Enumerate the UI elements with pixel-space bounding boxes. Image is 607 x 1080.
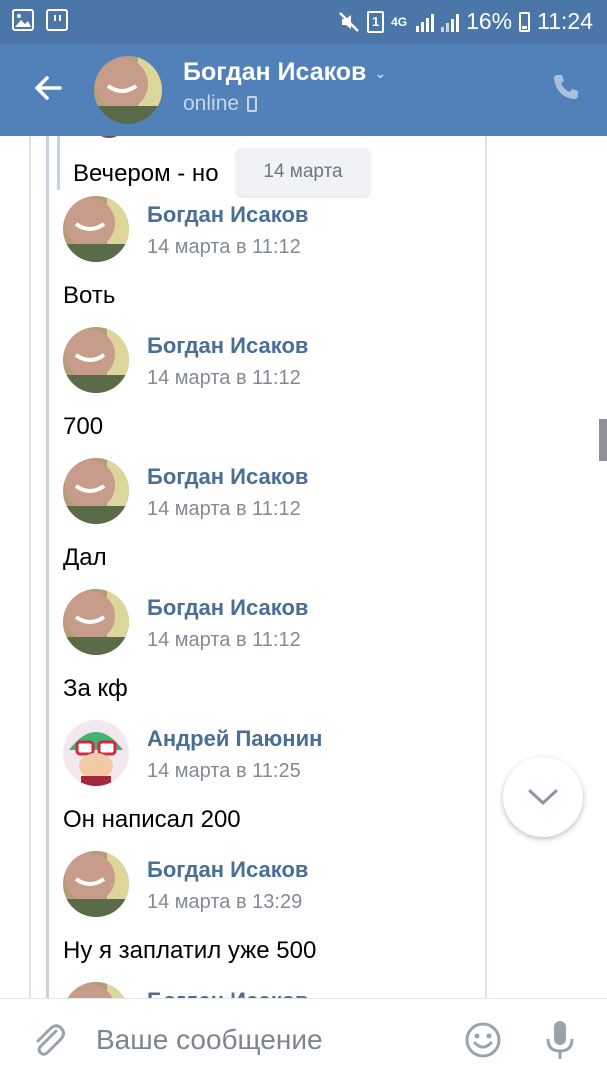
chevron-down-icon: ⌄ [374,64,387,81]
message-item[interactable]: Богдан Исаков 14 марта в 11:12 700 [63,327,483,458]
message-list[interactable]: Вечером - но 14 марта Богдан Исаков 14 ма… [0,136,607,998]
message-time: 14 марта в 11:12 [147,367,301,389]
message-text: Он написал 200 [63,806,241,833]
battery-icon [519,11,531,32]
mute-icon [339,11,359,32]
message-text: За кф [63,675,128,702]
message-text: Вечером - но [73,160,219,187]
avatar[interactable] [63,589,129,655]
message-input[interactable]: Ваше сообщение [96,1024,323,1056]
message-item[interactable]: Богдан Исаков 14 марта в 13:29 Ну я заплат… [63,851,483,982]
avatar[interactable] [63,196,129,262]
author-name[interactable]: Богдан Исаков [147,595,308,621]
message-text: Ну я заплатил уже 500 [63,937,317,964]
message-item[interactable]: Богдан Исаков 14 марта в 11:12 Дал [63,458,483,589]
scroll-down-button[interactable] [503,757,583,837]
chat-header: Богдан Исаков ⌄ online [0,44,607,136]
mobile-icon [247,96,258,112]
author-name[interactable]: Андрей Паюнин [147,726,322,752]
message-item[interactable]: Андрей Паюнин 14 марта в 11:25 Он написал … [63,720,483,851]
avatar[interactable] [63,851,129,917]
avatar[interactable] [63,720,129,786]
date-pill: 14 марта [236,148,370,196]
author-name[interactable]: Богдан Исаков [147,333,308,359]
avatar[interactable] [94,56,162,124]
quote-line [57,136,60,190]
message-composer: Ваше сообщение [0,998,607,1080]
gallery-notification-icon [12,9,34,31]
online-status: online [183,92,258,116]
author-name[interactable]: Богдан Исаков [147,202,308,228]
chevron-down-icon [528,789,558,806]
signal-icon [416,12,435,32]
smile-icon[interactable] [464,1021,502,1059]
signal-2-icon [441,12,460,32]
chat-title-text: Богдан Исаков [183,58,367,86]
message-time: 14 марта в 13:29 [147,891,303,913]
online-status-text: online [183,92,240,115]
message-text: Воть [63,282,116,309]
avatar[interactable] [63,327,129,393]
status-bar: 1 4G 16% 11:24 [0,0,607,44]
battery-percent: 16% [466,8,513,34]
avatar[interactable] [63,458,129,524]
quote-line [46,136,49,998]
clock: 11:24 [537,8,593,34]
phone-icon[interactable] [551,72,581,102]
back-arrow-icon[interactable] [30,70,66,106]
network-type: 4G [391,14,408,29]
author-name[interactable]: Богдан Исаков [147,464,308,490]
message-text: Дал [63,544,107,571]
chat-title[interactable]: Богдан Исаков ⌄ [183,58,386,87]
message-time: 14 марта в 11:12 [147,236,301,258]
message-time: 14 марта в 11:12 [147,498,301,520]
twitch-notification-icon [46,9,68,31]
sim-indicator: 1 [367,10,385,33]
microphone-icon[interactable] [543,1019,577,1061]
message-time: 14 марта в 11:25 [147,760,301,782]
message-time: 14 марта в 11:12 [147,629,301,651]
message-item[interactable]: Богдан Исаков 14 марта в 11:12 Воть [63,196,483,327]
paperclip-icon[interactable] [30,1021,68,1059]
author-name[interactable]: Богдан Исаков [147,988,308,998]
scrollbar[interactable] [599,419,607,461]
message-item[interactable]: Богдан Исаков 14 марта в 11:12 За кф [63,589,483,720]
avatar[interactable] [63,982,129,998]
message-text: 700 [63,413,104,440]
message-item[interactable]: Богдан Исаков [63,982,483,998]
author-name[interactable]: Богдан Исаков [147,857,308,883]
